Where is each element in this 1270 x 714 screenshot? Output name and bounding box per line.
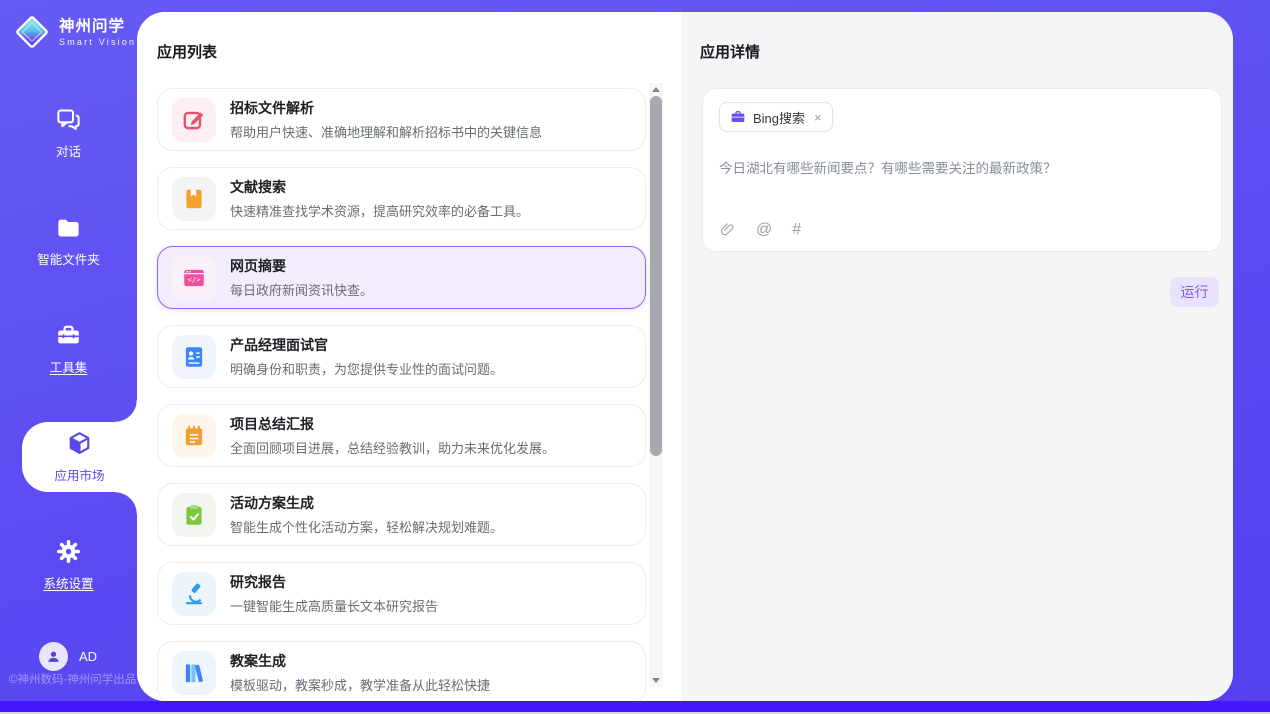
tool-tag-label: Bing搜索 [753,108,805,127]
app-card-desc: 一键智能生成高质量长文本研究报告 [230,596,438,615]
app-card-desc: 全面回顾项目进展，总结经验教训，助力未来优化发展。 [230,438,555,457]
content-area: 应用列表 招标文件解析 帮助用户快速、准确地理解和解析招标书中的关键信息 [137,12,1233,701]
scrollbar-thumb[interactable] [650,96,662,456]
svg-text:</>: </> [188,275,201,284]
toolbox-icon [55,322,82,349]
hash-icon[interactable]: # [792,221,801,238]
app-card-desc: 智能生成个性化活动方案，轻松解决规划难题。 [230,517,503,536]
brand-subtitle: Smart Vision [59,37,136,47]
app-card-literature-search[interactable]: 文献搜索 快速精准查找学术资源，提高研究效率的必备工具。 [157,167,646,230]
app-card-title: 教案生成 [230,651,490,671]
scroll-down-arrow-icon[interactable] [649,674,663,687]
sidebar-item-label: 系统设置 [43,573,93,592]
cube-icon [66,430,93,457]
sidebar-item-chat[interactable]: 对话 [0,98,137,168]
pen-square-icon [172,98,216,142]
books-icon [172,651,216,695]
app-card-desc: 快速精准查找学术资源，提高研究效率的必备工具。 [230,201,529,220]
app-card-title: 活动方案生成 [230,493,503,513]
brand-name: 神州问学 [59,18,136,35]
sidebar-item-toolset[interactable]: 工具集 [0,314,137,384]
run-button[interactable]: 运行 [1170,277,1219,307]
app-card-title: 产品经理面试官 [230,335,503,355]
list-scrollbar[interactable] [649,83,663,687]
query-input[interactable]: 今日湖北有哪些新闻要点？有哪些需要关注的最新政策？ [719,157,1205,177]
user-account[interactable]: AD [39,642,97,671]
avatar [39,642,68,671]
app-list-title: 应用列表 [157,41,661,62]
sidebar-item-label: 智能文件夹 [37,249,100,268]
copyright-footer: ©神州数码·神州问学出品 [9,671,136,687]
sidebar-item-label: 工具集 [50,357,88,376]
user-initials: AD [79,649,97,664]
app-card-research-report[interactable]: 研究报告 一键智能生成高质量长文本研究报告 [157,562,646,625]
app-card-list: 招标文件解析 帮助用户快速、准确地理解和解析招标书中的关键信息 文献搜索 快速精… [157,88,646,701]
sidebar-item-settings[interactable]: 系统设置 [0,530,137,600]
app-card-title: 招标文件解析 [230,98,542,118]
app-card-desc: 明确身份和职责，为您提供专业性的面试问题。 [230,359,503,378]
scroll-up-arrow-icon[interactable] [649,83,663,96]
app-card-event-plan[interactable]: 活动方案生成 智能生成个性化活动方案，轻松解决规划难题。 [157,483,646,546]
composer-card[interactable]: Bing搜索 × 今日湖北有哪些新闻要点？有哪些需要关注的最新政策？ @ # [702,88,1222,252]
app-card-lesson-plan[interactable]: 教案生成 模板驱动，教案秒成，教学准备从此轻松快捷 [157,641,646,701]
app-detail-panel: 应用详情 Bing搜索 × 今日湖北有哪些新闻要点？有哪些需要关注的最新政策？ [681,12,1233,701]
app-card-title: 文献搜索 [230,177,529,197]
diamond-logo-icon [13,13,51,51]
gear-icon [55,538,82,565]
book-icon [172,177,216,221]
paperclip-icon[interactable] [719,221,736,238]
composer-toolbar: @ # [719,221,1205,238]
bottom-accent-bar [0,701,1270,712]
sidebar-item-label: 对话 [56,141,81,160]
app-card-title: 项目总结汇报 [230,414,555,434]
clipboard-check-icon [172,493,216,537]
folder-icon [55,214,82,241]
app-card-project-summary[interactable]: 项目总结汇报 全面回顾项目进展，总结经验教训，助力未来优化发展。 [157,404,646,467]
sidebar-nav: 对话 智能文件夹 工具集 [0,98,137,638]
microscope-icon [172,572,216,616]
person-icon [44,647,63,666]
app-detail-title: 应用详情 [700,41,1222,62]
sidebar-item-app-market[interactable]: 应用市场 [22,422,137,492]
sidebar-item-smart-folder[interactable]: 智能文件夹 [0,206,137,276]
tool-tag-bing-search[interactable]: Bing搜索 × [719,102,833,132]
sidebar-item-label: 应用市场 [54,465,104,484]
app-card-pm-interviewer[interactable]: 产品经理面试官 明确身份和职责，为您提供专业性的面试问题。 [157,325,646,388]
app-card-title: 研究报告 [230,572,438,592]
app-card-web-summary[interactable]: </> 网页摘要 每日政府新闻资讯快查。 [157,246,646,309]
resume-icon [172,335,216,379]
app-card-bid-analysis[interactable]: 招标文件解析 帮助用户快速、准确地理解和解析招标书中的关键信息 [157,88,646,151]
app-card-desc: 每日政府新闻资讯快查。 [230,280,373,299]
briefcase-icon [730,109,746,125]
app-list-panel: 应用列表 招标文件解析 帮助用户快速、准确地理解和解析招标书中的关键信息 [137,12,681,701]
notepad-icon [172,414,216,458]
app-window: 神州问学 Smart Vision 对话 智能文件夹 [0,0,1270,714]
app-card-desc: 模板驱动，教案秒成，教学准备从此轻松快捷 [230,675,490,694]
sidebar: 神州问学 Smart Vision 对话 智能文件夹 [0,0,137,701]
brand-logo: 神州问学 Smart Vision [13,13,136,51]
at-icon[interactable]: @ [756,221,772,238]
browser-code-icon: </> [172,256,216,300]
app-card-desc: 帮助用户快速、准确地理解和解析招标书中的关键信息 [230,122,542,141]
close-icon[interactable]: × [814,111,822,124]
app-card-title: 网页摘要 [230,256,373,276]
chat-icon [55,106,82,133]
